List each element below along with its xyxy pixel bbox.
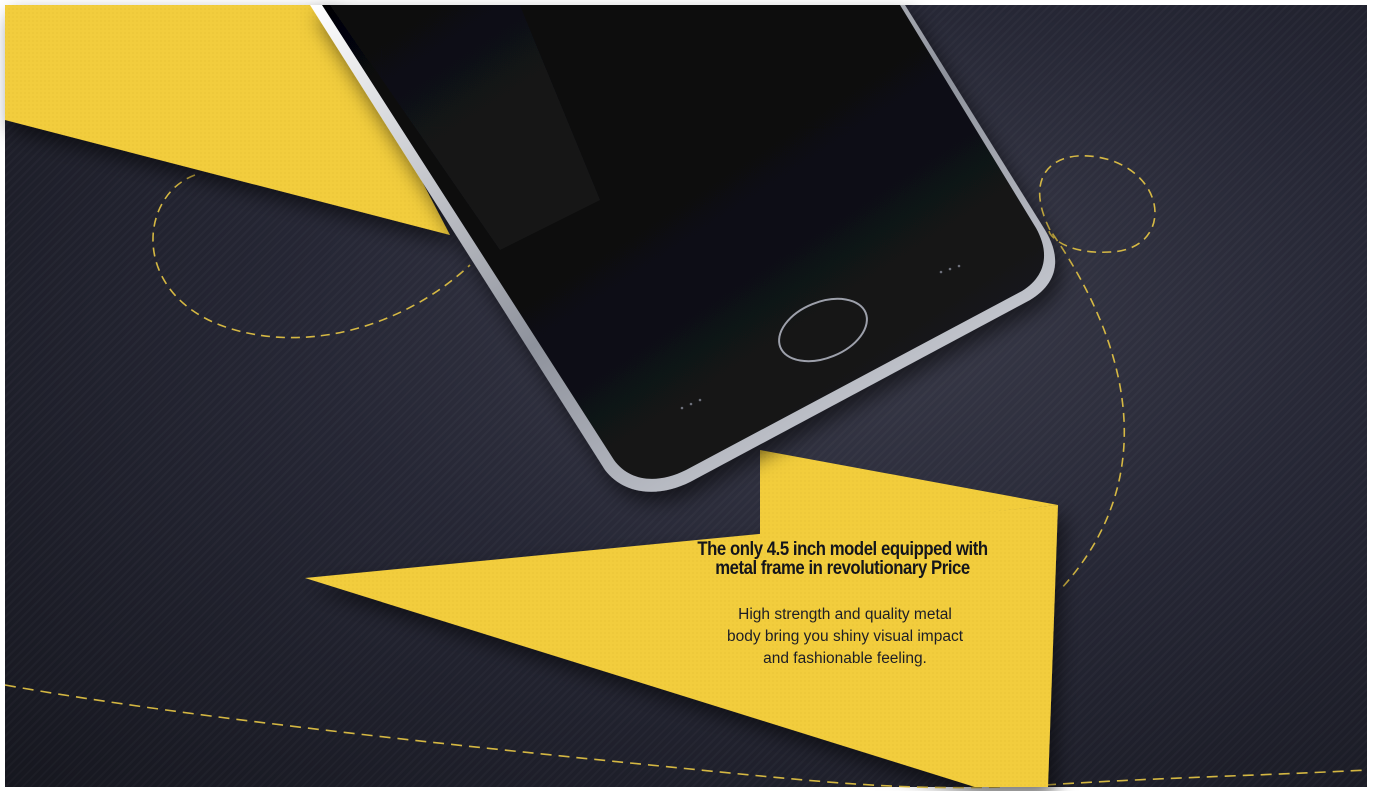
description-line-3: and fashionable feeling. (763, 650, 927, 667)
promo-artwork (4, 5, 1368, 789)
promo-banner: The only 4.5 inch model equipped with me… (0, 0, 1379, 791)
headline-line-1: The only 4.5 inch model equipped with (697, 539, 988, 560)
dashed-curve-bottom (4, 684, 1368, 789)
description-line-2: body bring you shiny visual impact (726, 628, 964, 645)
smartphone (310, 5, 1056, 492)
promo-headline: The only 4.5 inch model equipped with me… (664, 540, 1020, 578)
promo-description: High strength and quality metal body bri… (660, 604, 1030, 670)
description-line-1: High strength and quality metal (738, 606, 952, 623)
headline-line-2: metal frame in revolutionary Price (715, 558, 970, 579)
